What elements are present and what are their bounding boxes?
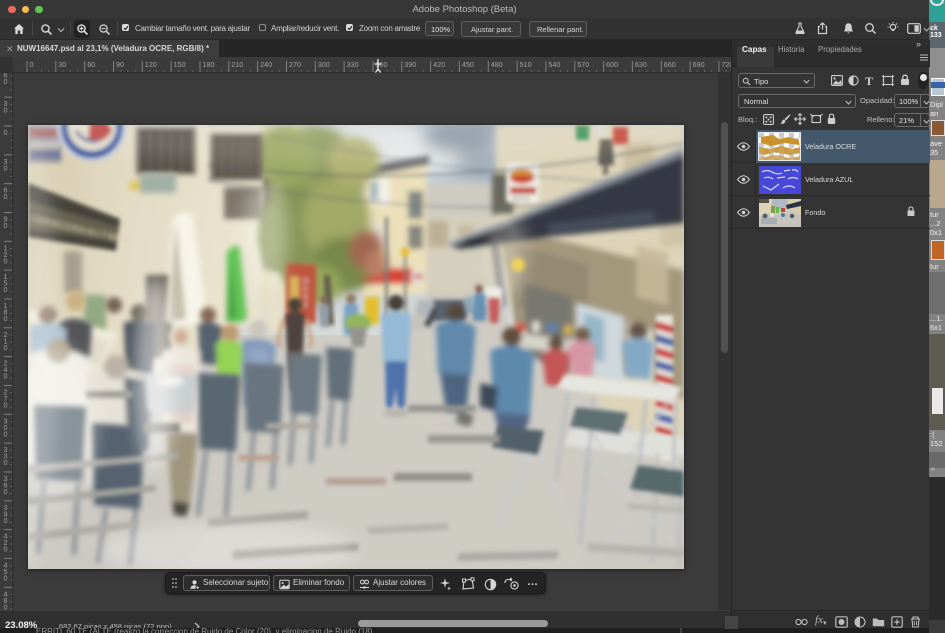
svg-text:0: 0 <box>4 573 8 582</box>
svg-text:0: 0 <box>30 60 34 69</box>
svg-text:300: 300 <box>318 60 330 69</box>
svg-text:0: 0 <box>4 77 8 86</box>
svg-text:0: 0 <box>4 429 8 438</box>
svg-text:0: 0 <box>4 314 8 323</box>
svg-text:390: 390 <box>404 60 416 69</box>
svg-text:0: 0 <box>4 128 8 137</box>
svg-text:600: 600 <box>606 60 618 69</box>
svg-text:0: 0 <box>4 372 8 381</box>
svg-text:0: 0 <box>4 256 8 265</box>
svg-text:0: 0 <box>4 545 8 554</box>
svg-text:270: 270 <box>289 60 301 69</box>
svg-text:450: 450 <box>462 60 474 69</box>
svg-text:90: 90 <box>116 60 124 69</box>
svg-text:720: 720 <box>721 60 731 69</box>
svg-text:0: 0 <box>4 458 8 467</box>
svg-text:0: 0 <box>4 106 8 115</box>
svg-text:0: 0 <box>4 192 8 201</box>
svg-text:330: 330 <box>347 60 359 69</box>
svg-text:0: 0 <box>4 285 8 294</box>
svg-text:150: 150 <box>174 60 186 69</box>
svg-text:0: 0 <box>4 221 8 230</box>
svg-text:420: 420 <box>433 60 445 69</box>
svg-text:0: 0 <box>4 602 8 610</box>
svg-text:660: 660 <box>664 60 676 69</box>
svg-text:0: 0 <box>4 401 8 410</box>
svg-text:540: 540 <box>548 60 560 69</box>
svg-text:180: 180 <box>203 60 215 69</box>
svg-text:570: 570 <box>577 60 589 69</box>
svg-text:0: 0 <box>4 343 8 352</box>
svg-text:0: 0 <box>4 163 8 172</box>
svg-text:510: 510 <box>520 60 532 69</box>
svg-text:630: 630 <box>635 60 647 69</box>
svg-text:480: 480 <box>491 60 503 69</box>
svg-text:210: 210 <box>231 60 243 69</box>
svg-text:120: 120 <box>145 60 157 69</box>
svg-text:0: 0 <box>4 516 8 525</box>
svg-text:690: 690 <box>693 60 705 69</box>
svg-text:240: 240 <box>260 60 272 69</box>
svg-text:0: 0 <box>4 487 8 496</box>
svg-text:60: 60 <box>87 60 95 69</box>
svg-text:30: 30 <box>58 60 66 69</box>
